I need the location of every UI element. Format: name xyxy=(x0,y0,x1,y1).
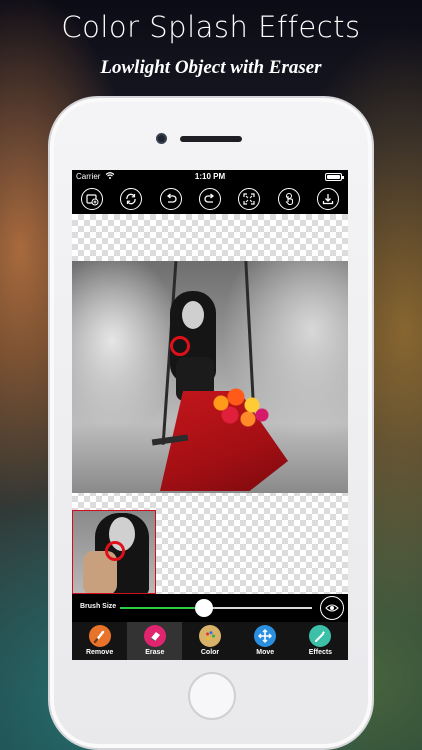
flower-bouquet xyxy=(206,385,272,433)
battery-icon xyxy=(325,173,344,181)
undo-button[interactable] xyxy=(159,188,182,210)
brush-icon xyxy=(88,625,111,647)
editing-canvas[interactable] xyxy=(72,214,348,594)
nav-item-color[interactable]: Color xyxy=(182,622,237,660)
brush-size-slider[interactable] xyxy=(120,599,312,617)
photo-woman-on-swing[interactable] xyxy=(72,261,348,493)
home-button[interactable] xyxy=(188,672,236,720)
nav-item-label: Color xyxy=(200,649,220,656)
add-photo-icon xyxy=(86,194,99,206)
woman-face xyxy=(182,301,204,329)
nav-item-label: Effects xyxy=(308,649,333,656)
fit-screen-icon xyxy=(243,193,255,205)
promo-title: Color Splash Effects xyxy=(61,10,361,44)
top-toolbar xyxy=(72,184,348,214)
nav-item-remove[interactable]: Remove xyxy=(72,622,127,660)
swing-rope-right xyxy=(244,261,255,401)
eraser-brush-cursor[interactable] xyxy=(170,336,190,356)
status-bar: Carrier 1:10 PM xyxy=(72,170,348,184)
bottom-nav: Remove Erase Color Move Effects xyxy=(72,622,348,660)
brush-size-slider-fill xyxy=(120,607,205,609)
refresh-icon xyxy=(126,193,136,205)
save-download-button[interactable] xyxy=(317,188,340,210)
save-download-icon xyxy=(323,194,334,205)
redo-button[interactable] xyxy=(198,188,221,210)
fit-screen-button[interactable] xyxy=(238,188,261,210)
earpiece-speaker xyxy=(180,136,242,142)
touch-pan-icon xyxy=(285,193,293,206)
eraser-icon xyxy=(143,625,166,647)
nav-item-erase[interactable]: Erase xyxy=(127,622,183,660)
zoom-preview-loupe xyxy=(72,510,156,594)
touch-pan-button[interactable] xyxy=(277,188,300,210)
brush-size-label: Brush Size xyxy=(80,603,117,610)
nav-item-label: Erase xyxy=(145,649,165,656)
refresh-button[interactable] xyxy=(120,188,143,210)
add-photo-button[interactable] xyxy=(80,188,103,210)
promo-subtitle: Lowlight Object with Eraser xyxy=(100,57,322,78)
preview-brush-cursor xyxy=(105,541,125,561)
front-camera xyxy=(156,133,167,144)
status-time: 1:10 PM xyxy=(194,172,226,181)
brush-size-bar: Brush Size xyxy=(72,594,348,622)
redo-icon xyxy=(204,193,215,203)
undo-icon xyxy=(166,193,177,203)
nav-item-label: Remove xyxy=(85,649,114,656)
app-screen: Carrier 1:10 PM Brush Size Remove Erase … xyxy=(72,170,348,660)
brush-size-slider-thumb[interactable] xyxy=(195,599,214,617)
eye-icon xyxy=(325,604,339,612)
nav-item-move[interactable]: Move xyxy=(238,622,293,660)
move-arrows-icon xyxy=(254,625,277,647)
preview-toggle-button[interactable] xyxy=(320,596,344,620)
nav-item-effects[interactable]: Effects xyxy=(293,622,348,660)
nav-item-label: Move xyxy=(256,649,275,656)
magic-wand-icon xyxy=(309,625,332,647)
palette-icon xyxy=(199,625,221,647)
